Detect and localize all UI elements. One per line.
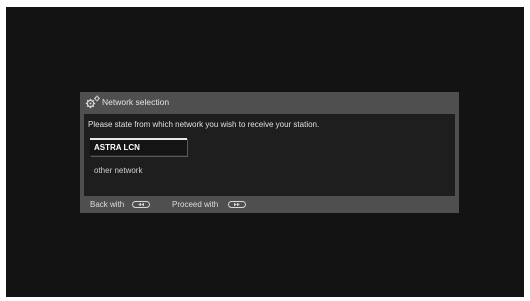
proceed-hint-label: Proceed with [172,200,219,209]
network-selection-dialog: Network selection Please state from whic… [80,92,459,213]
gear-icon [85,95,100,109]
option-other-network[interactable]: other network [94,166,142,175]
dialog-title: Network selection [102,97,170,107]
dialog-footer: Back with Proceed with [80,196,459,213]
dialog-body: Please state from which network you wish… [84,114,455,196]
dialog-header: Network selection [80,92,459,114]
option-astra-lcn[interactable]: ASTRA LCN [90,138,187,156]
option-astra-lcn-label: ASTRA LCN [94,143,140,152]
prompt-text: Please state from which network you wish… [88,120,320,129]
tv-screen: Network selection Please state from whic… [6,7,524,297]
back-hint-label: Back with [90,200,125,209]
fast-forward-icon [228,201,246,208]
rewind-icon [132,201,150,208]
